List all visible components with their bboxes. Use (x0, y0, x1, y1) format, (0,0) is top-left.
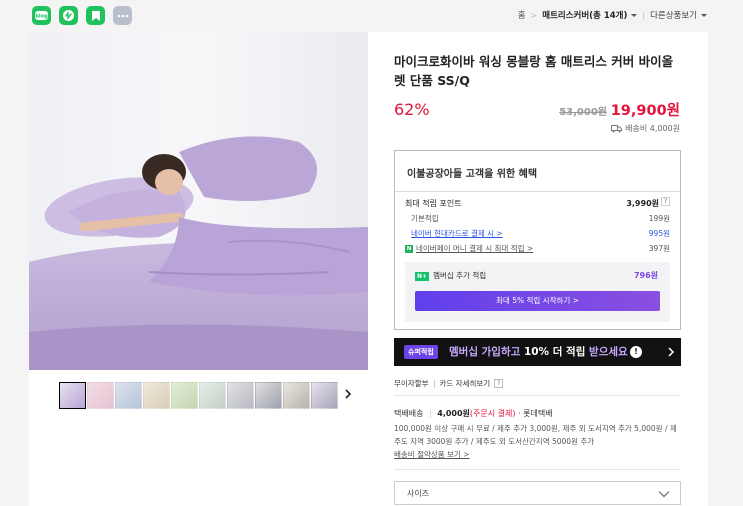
blog-share-icon[interactable]: blog (32, 6, 51, 25)
membership-start-button[interactable]: 최대 5% 적립 시작하기 > (415, 291, 660, 311)
chevron-down-icon (658, 491, 670, 498)
chevron-right-icon (668, 347, 675, 357)
membership-label-row: N+ 멤버십 추가 적립 (415, 270, 486, 281)
shipping-type: 택배배송 (394, 409, 424, 418)
benefit-title: 이불공장아들 고객을 위한 혜택 (407, 169, 538, 180)
talk-share-icon[interactable] (59, 6, 78, 25)
divider: | (429, 409, 432, 418)
original-price: 53,000원 (559, 107, 607, 118)
sale-price: 19,900원 (610, 103, 680, 119)
hyundai-card-link[interactable]: 네이버 현대카드로 결제 시 > (411, 229, 503, 238)
help-icon[interactable]: ? (494, 379, 504, 388)
divider (395, 191, 680, 192)
points-row-card: 네이버 현대카드로 결제 시 > 995원 (405, 228, 670, 239)
max-points-row: 최대 적립 포인트 3,990원 ? (405, 197, 670, 209)
npay-icon: N (405, 245, 413, 253)
banner-text-part3: 받으세요 (585, 346, 628, 358)
thumbnail-strip (59, 382, 338, 409)
naver-plus-icon: N+ (415, 271, 430, 281)
thumbnail[interactable] (59, 382, 86, 409)
size-select-label: 사이즈 (407, 489, 430, 498)
bookmark-share-icon[interactable] (86, 6, 105, 25)
divider (433, 379, 435, 388)
breadcrumb-home[interactable]: 홈 (518, 9, 526, 21)
shipping-carrier: · 롯데택배 (518, 409, 553, 418)
points-label: 기본적립 (411, 214, 439, 223)
membership-value: 796원 (633, 271, 658, 280)
chevron-down-icon[interactable] (631, 13, 638, 17)
more-share-icon[interactable] (113, 6, 132, 25)
thumbnail[interactable] (171, 382, 198, 409)
membership-label: 멤버십 추가 적립 (433, 271, 487, 280)
card-benefit-link[interactable]: 카드 자세히보기 (440, 378, 491, 389)
points-value: 995원 (648, 229, 670, 238)
installment-label: 무이자할부 (394, 379, 429, 388)
npay-money-link[interactable]: 네이버페이 머니 결제 시 최대 적립 > (416, 244, 533, 253)
membership-box: N+ 멤버십 추가 적립 796원 최대 5% 적립 시작하기 > (405, 262, 670, 322)
banner-text-part2: 10% 더 적립 (523, 346, 586, 358)
breadcrumb-separator: | (642, 10, 646, 20)
thumbnail[interactable] (87, 382, 114, 409)
chevron-down-icon[interactable] (701, 13, 707, 17)
super-points-badge: 슈퍼적립 (404, 345, 438, 359)
shipping-fee: 4,000원 (437, 409, 470, 418)
shipping-line: 택배배송 | 4,000원(주문시 결제) · 롯데택배 (394, 408, 553, 419)
shipping-fee-summary: 배송비 4,000원 (611, 123, 680, 134)
divider (394, 469, 681, 470)
svg-text:blog: blog (35, 14, 48, 20)
membership-banner[interactable]: 슈퍼적립 멤버십 가입하고 10% 더 적립 받으세요 ! (394, 338, 681, 366)
thumbnail[interactable] (199, 382, 226, 409)
thumbnail[interactable] (283, 382, 310, 409)
discount-rate: 62% (394, 100, 430, 119)
product-card: 마이크로화이바 워싱 몽블랑 홈 매트리스 커버 바이올렛 단품 SS/Q 62… (29, 32, 708, 506)
breadcrumb-separator: > (530, 10, 538, 20)
size-select[interactable]: 사이즈 (394, 481, 681, 505)
benefit-box: 이불공장아들 고객을 위한 혜택 최대 적립 포인트 3,990원 ? 기본적립… (394, 150, 681, 330)
truck-icon (611, 124, 623, 132)
exclamation-icon: ! (630, 346, 642, 358)
share-icons: blog (32, 6, 132, 25)
shipping-condition: (주문시 결제) (469, 409, 516, 418)
shipping-description: 100,000원 이상 구매 시 무료 / 제주 추가 3,000원, 제주 외… (394, 424, 677, 446)
product-main-image[interactable] (29, 32, 368, 370)
help-icon[interactable]: ? (661, 197, 670, 206)
thumbnail[interactable] (311, 382, 338, 409)
points-value: 397원 (648, 244, 670, 253)
product-title: 마이크로화이바 워싱 몽블랑 홈 매트리스 커버 바이올렛 단품 SS/Q (394, 54, 674, 88)
banner-text-part1: 멤버십 가입하고 (449, 346, 524, 358)
points-row-npay: N 네이버페이 머니 결제 시 최대 적립 > 397원 (405, 243, 670, 254)
breadcrumb-category[interactable]: 매트리스커버(총 14개) (542, 9, 627, 21)
divider (394, 395, 681, 396)
shipping-saving-link[interactable]: 배송비 절약상품 보기 > (394, 449, 470, 460)
max-points-value: 3,990원 (626, 199, 659, 208)
chevron-right-icon[interactable] (341, 387, 355, 401)
shipping-fee-text: 배송비 4,000원 (625, 124, 680, 133)
thumbnail[interactable] (143, 382, 170, 409)
max-points-label: 최대 적립 포인트 (405, 199, 462, 208)
banner-text: 멤버십 가입하고 10% 더 적립 받으세요 (449, 344, 628, 359)
thumbnail[interactable] (115, 382, 142, 409)
thumbnail[interactable] (255, 382, 282, 409)
thumbnail[interactable] (227, 382, 254, 409)
points-row-basic: 기본적립 199원 (405, 213, 670, 224)
breadcrumb: 홈 > 매트리스커버(총 14개) | 다른상품보기 (518, 9, 707, 21)
payment-info-row: 무이자할부 카드 자세히보기 ? (394, 378, 504, 389)
other-products-link[interactable]: 다른상품보기 (650, 9, 697, 21)
points-value: 199원 (648, 214, 670, 223)
top-bar: blog 홈 > 매트리스커버(총 14개) | 다른상품보기 (0, 0, 743, 32)
